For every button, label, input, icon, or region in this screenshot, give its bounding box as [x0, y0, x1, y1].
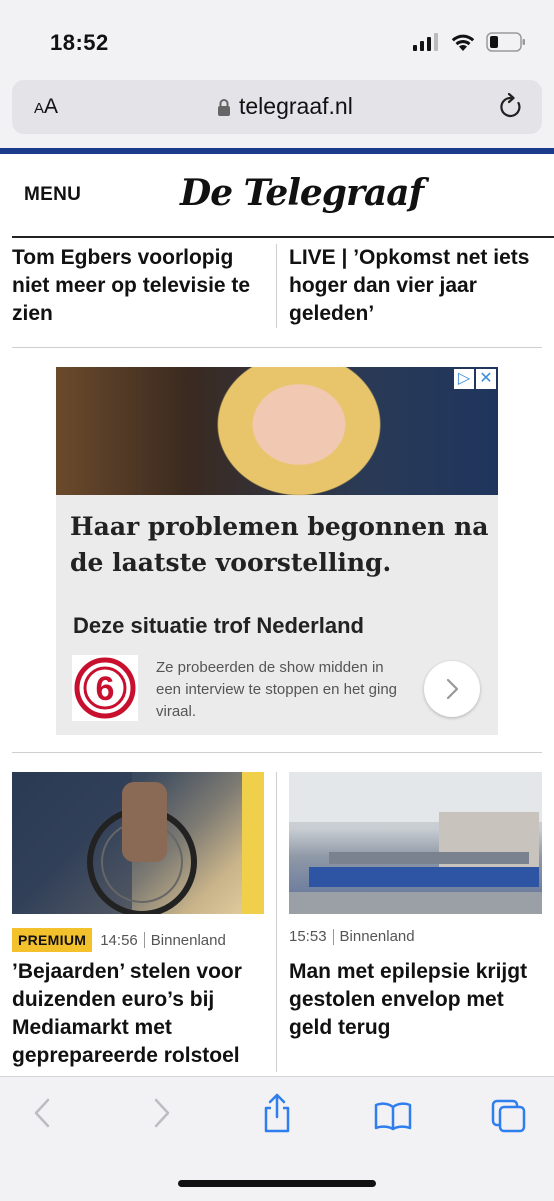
article-2-image[interactable] — [289, 772, 542, 914]
status-icons — [412, 32, 526, 52]
home-indicator[interactable] — [178, 1180, 376, 1187]
section-divider — [12, 347, 542, 348]
reload-icon[interactable] — [498, 93, 524, 121]
status-time: 18:52 — [50, 30, 109, 55]
wheelchair-photo — [12, 772, 264, 914]
forward-icon[interactable] — [152, 1097, 172, 1129]
article-2-meta: 15:53 Binnenland — [289, 928, 415, 945]
url-display[interactable]: telegraaf.nl — [217, 93, 353, 120]
signal-icon — [413, 33, 438, 51]
wifi-icon — [451, 34, 475, 51]
menu-button[interactable]: MENU — [24, 184, 81, 206]
top-headline-1[interactable]: Tom Egbers voorlopig niet meer op televi… — [12, 244, 260, 328]
premium-badge: PREMIUM — [12, 928, 93, 952]
ad-body: Ze probeerden de show midden in een inte… — [156, 659, 398, 720]
text-size-large-label: A — [44, 95, 59, 118]
article-1-title[interactable]: ’Bejaarden’ stelen voor duizenden euro’s… — [12, 958, 270, 1070]
column-divider — [276, 244, 277, 328]
battery-icon — [486, 32, 525, 52]
back-icon[interactable] — [32, 1097, 52, 1129]
article-1-section[interactable]: Binnenland — [151, 932, 226, 949]
top-headline-2[interactable]: LIVE | ’Opkomst net iets hoger dan vier … — [289, 244, 543, 328]
lock-icon — [218, 98, 230, 116]
header-divider — [12, 236, 554, 238]
status-bar: 18:52 — [0, 0, 554, 76]
advertisement[interactable]: ▷ ✕ Haar problemen begonnen na de laatst… — [56, 367, 498, 735]
section-divider — [12, 752, 542, 753]
meta-separator — [143, 932, 145, 948]
ad-subtitle: Deze situatie trof Nederland — [73, 613, 364, 638]
text-size-button[interactable]: AA — [34, 95, 58, 119]
bookmarks-icon[interactable] — [374, 1101, 412, 1131]
site-logo[interactable]: De Telegraaf — [180, 172, 424, 214]
article-2-time: 15:53 — [289, 928, 327, 945]
site-header: MENU De Telegraaf — [0, 154, 554, 236]
adchoices-icon[interactable]: ▷ — [454, 369, 474, 389]
address-bar[interactable]: AA telegraaf.nl — [12, 80, 542, 134]
ad-next-button[interactable] — [424, 661, 480, 717]
article-1-time: 14:56 — [100, 931, 138, 949]
url-text: telegraaf.nl — [239, 93, 353, 119]
article-1-image[interactable] — [12, 772, 264, 914]
chevron-right-icon — [446, 678, 459, 700]
meta-separator — [332, 928, 334, 945]
sbs6-logo-icon: 6 — [74, 657, 136, 719]
browser-address-area: AA telegraaf.nl — [0, 76, 554, 148]
ad-headline: Haar problemen begonnen na de laatste vo… — [70, 512, 489, 577]
article-1-meta: PREMIUM 14:56 Binnenland — [12, 928, 226, 952]
ad-brand-logo: 6 — [72, 655, 138, 721]
article-2-title[interactable]: Man met epilepsie krijgt gestolen envelo… — [289, 958, 547, 1042]
article-2-section[interactable]: Binnenland — [340, 928, 415, 945]
share-icon[interactable] — [261, 1093, 293, 1133]
column-divider — [276, 772, 277, 1072]
ad-close-icon[interactable]: ✕ — [476, 369, 496, 389]
ad-image-person — [204, 367, 394, 507]
ad-logo-text: 6 — [96, 670, 115, 708]
ad-image — [56, 367, 498, 507]
tabs-icon[interactable] — [491, 1099, 527, 1133]
supermarket-photo — [289, 772, 542, 914]
text-size-small-label: A — [34, 100, 45, 117]
ad-choices[interactable]: ▷ ✕ — [454, 369, 496, 389]
